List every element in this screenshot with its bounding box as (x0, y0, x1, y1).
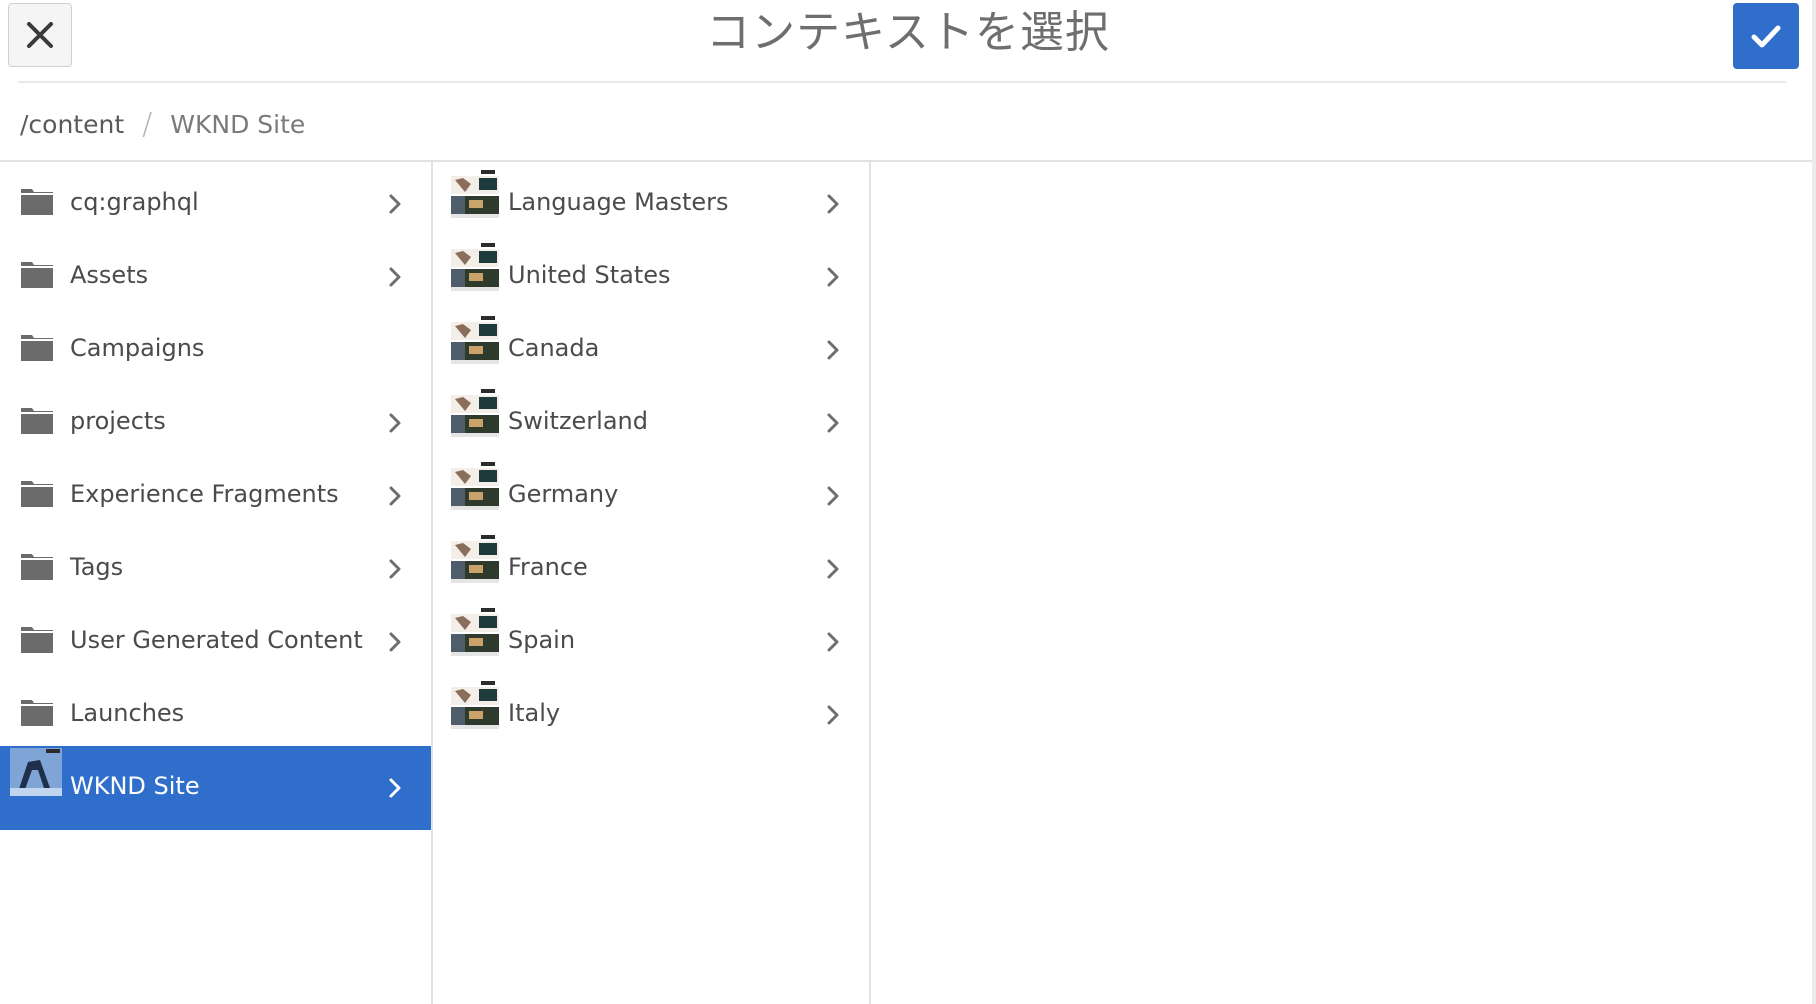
folder-item-user-generated-content[interactable]: User Generated Content (0, 600, 431, 684)
header-divider (18, 81, 1786, 83)
page-thumbnail-icon (451, 389, 499, 437)
item-label: Language Masters (508, 188, 729, 216)
column-content-root: cq:graphql Assets Campaigns projects Experie… (0, 162, 433, 1004)
column-view: cq:graphql Assets Campaigns projects Experie… (0, 162, 1812, 1004)
page-item-germany[interactable]: Germany (433, 454, 869, 538)
page-item-language-masters[interactable]: Language Masters (433, 162, 869, 246)
folder-icon (21, 335, 53, 361)
item-label: Switzerland (508, 407, 648, 435)
folder-item-campaigns[interactable]: Campaigns (0, 308, 431, 392)
chevron-right-icon (827, 413, 839, 433)
page-thumbnail-icon (451, 608, 499, 656)
breadcrumb-item-wknd-site[interactable]: WKND Site (170, 110, 305, 139)
chevron-right-icon (827, 705, 839, 725)
site-thumbnail-icon (10, 748, 62, 796)
chevron-right-icon (827, 340, 839, 360)
folder-icon (21, 408, 53, 434)
folder-icon (21, 262, 53, 288)
chevron-right-icon (827, 486, 839, 506)
item-label: France (508, 553, 588, 581)
folder-icon (21, 700, 53, 726)
item-label: WKND Site (70, 772, 200, 800)
item-label: Experience Fragments (70, 480, 339, 508)
chevron-right-icon (827, 559, 839, 579)
chevron-right-icon (827, 267, 839, 287)
breadcrumb: /content / WKND Site (20, 104, 305, 144)
item-label: cq:graphql (70, 188, 199, 216)
page-thumbnail-icon (451, 681, 499, 729)
item-label: Italy (508, 699, 561, 727)
chevron-right-icon (389, 194, 401, 214)
page-item-united-states[interactable]: United States (433, 235, 869, 319)
page-thumbnail-icon (451, 170, 499, 218)
item-label: User Generated Content (70, 626, 363, 654)
chevron-right-icon (389, 778, 401, 798)
chevron-right-icon (827, 194, 839, 214)
page-item-france[interactable]: France (433, 527, 869, 611)
folder-item-launches[interactable]: Launches (0, 673, 431, 757)
item-label: United States (508, 261, 671, 289)
dialog-title: コンテキストを選択 (706, 7, 1110, 58)
breadcrumb-separator: / (142, 106, 153, 142)
page-item-italy[interactable]: Italy (433, 673, 869, 757)
item-label: Canada (508, 334, 600, 362)
item-label: Spain (508, 626, 576, 654)
breadcrumb-item-content[interactable]: /content (20, 110, 124, 139)
page-item-canada[interactable]: Canada (433, 308, 869, 392)
folder-icon (21, 554, 53, 580)
checkmark-icon (1751, 25, 1781, 48)
folder-item-experience-fragments[interactable]: Experience Fragments (0, 454, 431, 538)
item-label: Campaigns (70, 334, 205, 362)
item-label: Tags (70, 553, 124, 581)
folder-icon (21, 189, 53, 215)
page-item-switzerland[interactable]: Switzerland (433, 381, 869, 465)
folder-item-projects[interactable]: projects (0, 381, 431, 465)
page-thumbnail-icon (451, 535, 499, 583)
folder-item-assets[interactable]: Assets (0, 235, 431, 319)
page-item-spain[interactable]: Spain (433, 600, 869, 684)
column-wknd-site: Language Masters United States Canada Switz… (433, 162, 871, 1004)
folder-icon (21, 627, 53, 653)
folder-item-cq-graphql[interactable]: cq:graphql (0, 162, 431, 246)
confirm-button[interactable] (1733, 3, 1799, 69)
chevron-right-icon (389, 559, 401, 579)
folder-item-wknd-site[interactable]: WKND Site (0, 746, 431, 830)
chevron-right-icon (389, 486, 401, 506)
folder-item-tags[interactable]: Tags (0, 527, 431, 611)
dialog-header: コンテキストを選択 (0, 0, 1816, 83)
scrollbar-track[interactable] (1812, 0, 1816, 1004)
chevron-right-icon (389, 413, 401, 433)
item-label: Germany (508, 480, 619, 508)
page-thumbnail-icon (451, 316, 499, 364)
item-label: projects (70, 407, 166, 435)
chevron-right-icon (389, 632, 401, 652)
item-label: Launches (70, 699, 185, 727)
chevron-right-icon (827, 632, 839, 652)
page-thumbnail-icon (451, 462, 499, 510)
page-thumbnail-icon (451, 243, 499, 291)
chevron-right-icon (389, 267, 401, 287)
folder-icon (21, 481, 53, 507)
item-label: Assets (70, 261, 149, 289)
